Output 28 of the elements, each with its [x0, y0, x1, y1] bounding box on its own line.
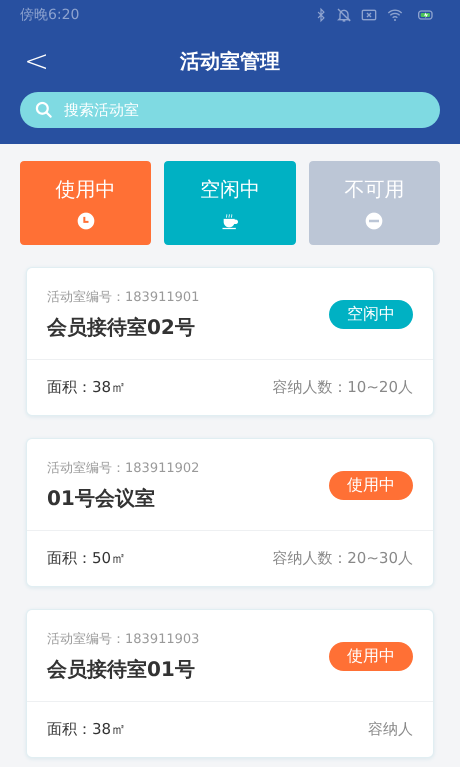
- wifi-icon: [386, 7, 404, 23]
- sim-icon: [360, 7, 378, 23]
- room-number: 活动室编号：183911903: [47, 631, 200, 648]
- room-area: 面积：38㎡: [47, 720, 126, 739]
- room-card[interactable]: 活动室编号：183911903 会员接待室01号 使用中 面积：38㎡ 容纳人: [26, 609, 434, 758]
- room-name: 01号会议室: [47, 485, 156, 512]
- page-title: 活动室管理: [180, 48, 280, 74]
- room-capacity: 容纳人数：20~30人: [272, 549, 413, 568]
- room-area: 面积：50㎡: [47, 549, 126, 568]
- back-button[interactable]: <: [20, 44, 54, 78]
- muted-bell-icon: [336, 7, 352, 23]
- status-badge: 使用中: [329, 642, 413, 671]
- status-badge: 空闲中: [329, 300, 413, 329]
- room-capacity: 容纳人数：10~20人: [272, 378, 413, 397]
- clock-icon: [76, 210, 96, 230]
- minus-circle-icon: [364, 210, 384, 230]
- room-number: 活动室编号：183911902: [47, 460, 200, 477]
- status-time: 傍晚6:20: [20, 6, 80, 24]
- room-area: 面积：38㎡: [47, 378, 126, 397]
- room-name: 会员接待室01号: [47, 656, 196, 683]
- search-field[interactable]: 搜索活动室: [20, 92, 440, 128]
- room-card[interactable]: 活动室编号：183911901 会员接待室02号 空闲中 面积：38㎡ 容纳人数：10~20人: [26, 267, 434, 416]
- room-card[interactable]: 活动室编号：183911902 01号会议室 使用中 面积：50㎡ 容纳人数：20~30人: [26, 438, 434, 587]
- room-name: 会员接待室02号: [47, 314, 196, 341]
- room-number: 活动室编号：183911901: [47, 289, 200, 306]
- status-badge: 使用中: [329, 471, 413, 500]
- room-capacity: 容纳人: [368, 720, 413, 739]
- search-icon: [34, 100, 54, 120]
